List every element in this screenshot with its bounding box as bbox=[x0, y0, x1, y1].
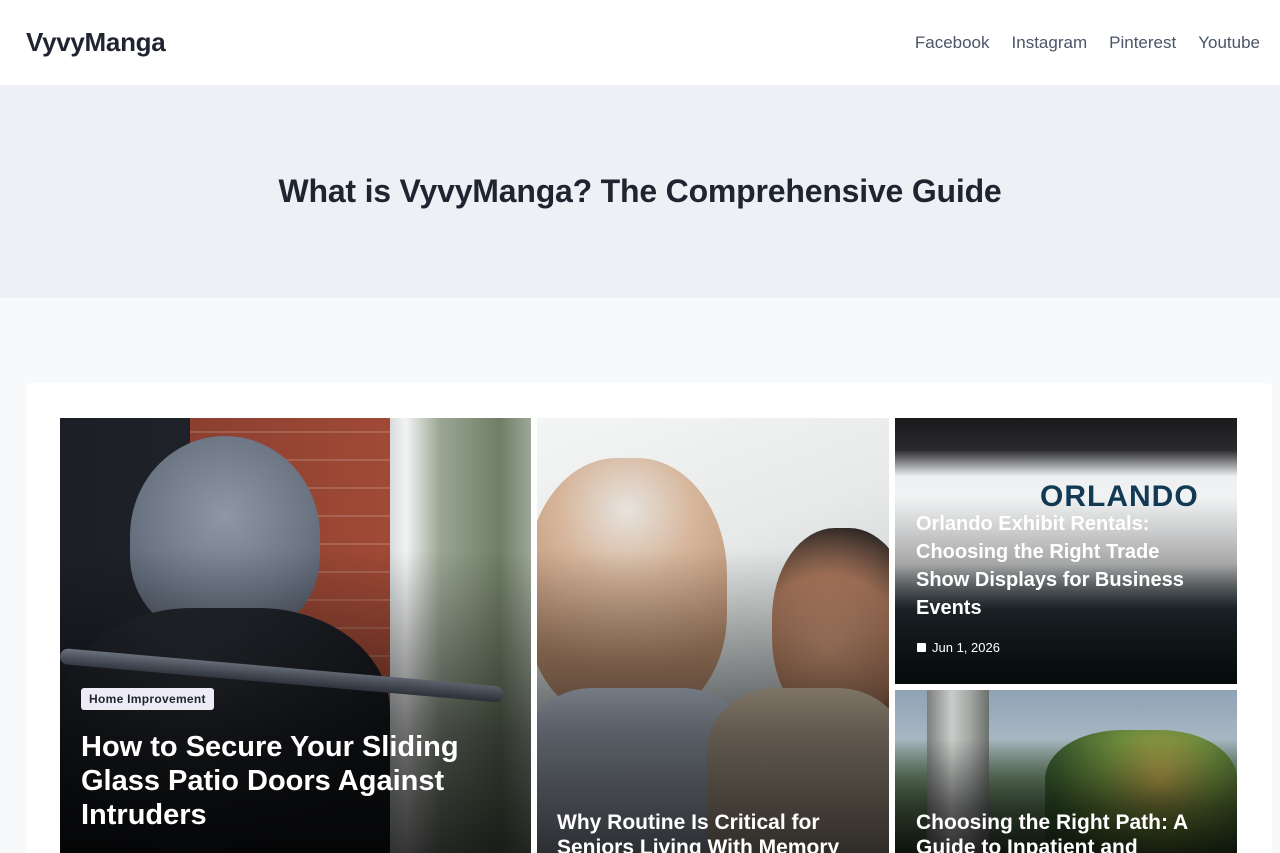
site-logo[interactable]: VyvyManga bbox=[26, 27, 166, 58]
post-date: Jun 1, 2026 bbox=[917, 640, 1000, 655]
nav-link-facebook[interactable]: Facebook bbox=[915, 33, 990, 53]
nav-link-pinterest[interactable]: Pinterest bbox=[1109, 33, 1176, 53]
post-title[interactable]: Choosing the Right Path: A Guide to Inpa… bbox=[916, 810, 1216, 853]
card-overlay bbox=[537, 548, 889, 853]
social-nav: Facebook Instagram Pinterest Youtube bbox=[915, 33, 1260, 53]
post-card-seniors-routine[interactable]: Why Routine Is Critical for Seniors Livi… bbox=[537, 418, 889, 853]
calendar-icon bbox=[917, 643, 926, 652]
nav-link-youtube[interactable]: Youtube bbox=[1198, 33, 1260, 53]
page-hero: What is VyvyManga? The Comprehensive Gui… bbox=[0, 85, 1280, 298]
category-badge[interactable]: Home Improvement bbox=[81, 688, 214, 710]
post-title[interactable]: How to Secure Your Sliding Glass Patio D… bbox=[81, 730, 501, 832]
page-title: What is VyvyManga? The Comprehensive Gui… bbox=[278, 173, 1002, 209]
site-header: VyvyManga Facebook Instagram Pinterest Y… bbox=[0, 0, 1280, 85]
post-title[interactable]: Orlando Exhibit Rentals: Choosing the Ri… bbox=[916, 510, 1216, 622]
post-card-orlando-exhibit[interactable]: ORLANDO Orlando Exhibit Rentals: Choosin… bbox=[895, 418, 1237, 684]
post-card-sliding-doors[interactable]: How to Secure Your Sliding Glass Patio D… bbox=[60, 418, 531, 853]
nav-link-instagram[interactable]: Instagram bbox=[1012, 33, 1088, 53]
post-card-right-path[interactable]: Choosing the Right Path: A Guide to Inpa… bbox=[895, 690, 1237, 853]
post-title[interactable]: Why Routine Is Critical for Seniors Livi… bbox=[557, 810, 857, 853]
post-date-text: Jun 1, 2026 bbox=[932, 640, 1000, 655]
